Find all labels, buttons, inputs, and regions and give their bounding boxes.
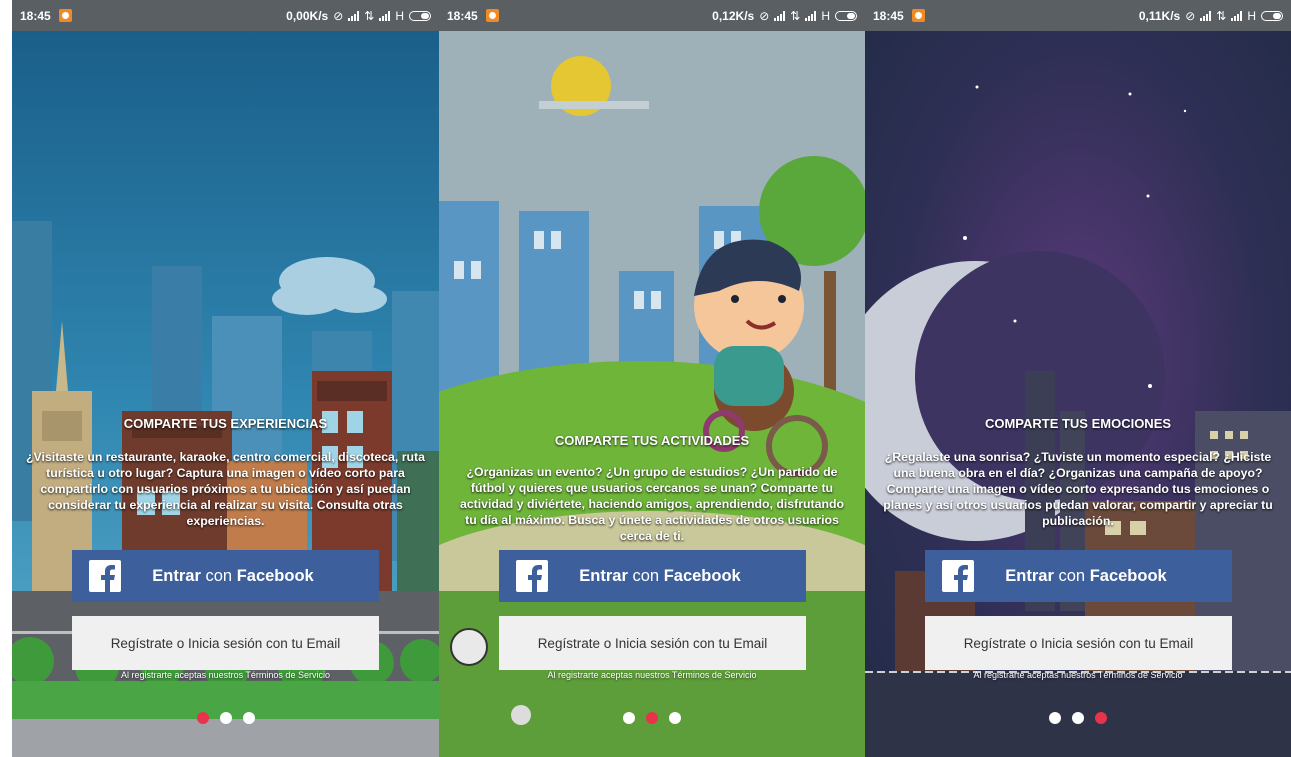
onboarding-content: COMPARTE TUS EXPERIENCIAS ¿Visitaste un … [12,0,439,757]
page-dot-2[interactable] [1072,712,1084,724]
terms-of-service-link[interactable]: Al registrarte aceptas nuestros Términos… [865,670,1291,680]
email-login-button[interactable]: Regístrate o Inicia sesión con tu Email [72,616,379,670]
page-indicator [12,712,439,724]
onboarding-content: COMPARTE TUS ACTIVIDADES ¿Organizas un e… [439,0,865,757]
terms-of-service-link[interactable]: Al registrarte aceptas nuestros Términos… [12,670,439,680]
onboarding-screen-emociones: 18:45 0,11K/s ⊘ ⇅ H COMPARTE TUS EMOCION… [865,0,1291,757]
facebook-login-button[interactable]: Entrar con Facebook [925,550,1232,602]
onboarding-content: COMPARTE TUS EMOCIONES ¿Regalaste una so… [865,0,1291,757]
facebook-button-label: Entrar con Facebook [152,566,314,585]
page-indicator [865,712,1291,724]
page-dot-1[interactable] [196,712,209,724]
screen-description: ¿Visitaste un restaurante, karaoke, cent… [26,450,425,528]
page-dot-3[interactable] [1095,712,1107,724]
terms-of-service-link[interactable]: Al registrarte aceptas nuestros Términos… [439,670,865,680]
facebook-login-button[interactable]: Entrar con Facebook [72,550,379,602]
facebook-login-button[interactable]: Entrar con Facebook [499,550,806,602]
page-dot-1[interactable] [623,712,635,724]
page-dot-2[interactable] [646,712,658,724]
page-dot-3[interactable] [669,712,681,724]
screen-title: COMPARTE TUS ACTIVIDADES [554,433,750,448]
screen-title: COMPARTE TUS EMOCIONES [984,416,1172,431]
facebook-f-icon [516,560,548,592]
onboarding-screen-actividades: 18:45 0,12K/s ⊘ ⇅ H COMPARTE TUS ACTIVID… [439,0,865,757]
screen-description: ¿Organizas un evento? ¿Un grupo de estud… [459,465,844,543]
page-dot-1[interactable] [1049,712,1061,724]
screen-description: ¿Regalaste una sonrisa? ¿Tuviste un mome… [883,450,1273,528]
facebook-f-icon [89,560,121,592]
facebook-f-icon [942,560,974,592]
page-indicator [439,712,865,724]
onboarding-screen-experiencias: 18:45 0,00K/s ⊘ ⇅ H COMPARTE TUS EXPERIE… [12,0,439,757]
page-dot-3[interactable] [242,712,255,724]
facebook-button-label: Entrar con Facebook [1005,566,1167,585]
email-login-button[interactable]: Regístrate o Inicia sesión con tu Email [925,616,1232,670]
facebook-button-label: Entrar con Facebook [579,566,741,585]
screen-title: COMPARTE TUS EXPERIENCIAS [123,416,328,431]
page-dot-2[interactable] [219,712,232,724]
email-login-button[interactable]: Regístrate o Inicia sesión con tu Email [499,616,806,670]
